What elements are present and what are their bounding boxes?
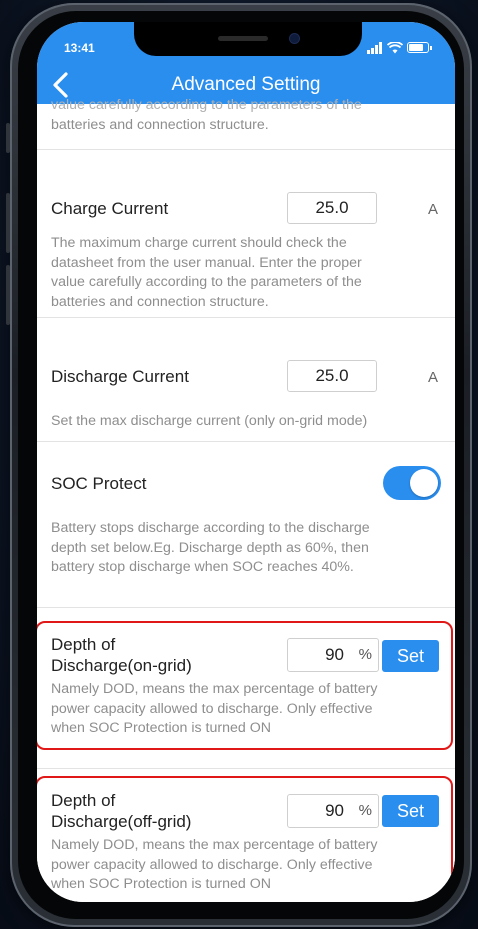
dod-off-grid-label: Depth of Discharge(off-grid) <box>51 791 192 831</box>
soc-protect-toggle[interactable] <box>383 466 441 500</box>
dod-on-grid-value: 90 <box>325 645 344 664</box>
divider <box>37 149 455 150</box>
signal-icon <box>367 42 383 54</box>
discharge-current-label: Discharge Current <box>51 367 189 386</box>
status-icons <box>367 41 437 54</box>
dod-on-grid-unit: % <box>358 646 372 663</box>
charge-current-label: Charge Current <box>51 199 169 218</box>
divider <box>37 768 455 769</box>
dod-on-grid-desc: Namely DOD, means the max percentage of … <box>51 681 378 736</box>
divider <box>37 317 455 318</box>
dod-off-grid-desc: Namely DOD, means the max percentage of … <box>51 837 378 892</box>
front-camera <box>290 34 299 43</box>
discharge-current-input[interactable]: 25.0 <box>287 360 377 392</box>
app-header: 13:41 Advanced Setting <box>37 22 455 104</box>
charge-current-unit: A <box>428 201 439 218</box>
notch <box>134 22 362 56</box>
top-partial-desc: value carefully according to the paramet… <box>51 97 362 133</box>
mute-switch <box>6 123 10 153</box>
settings-list[interactable]: value carefully according to the paramet… <box>37 97 455 902</box>
dod-on-grid-input[interactable]: 90 % <box>287 638 379 672</box>
dod-off-grid-unit: % <box>358 802 372 819</box>
speaker-grille <box>218 36 268 41</box>
dod-off-grid-input[interactable]: 90 % <box>287 794 379 828</box>
soc-protect-desc: Battery stops discharge according to the… <box>51 520 370 575</box>
divider <box>37 607 455 608</box>
wifi-icon <box>386 41 404 54</box>
soc-protect-label: SOC Protect <box>51 474 147 493</box>
volume-up-button <box>6 193 10 253</box>
phone-screen: 13:41 Advanced Setting value carefully a… <box>37 22 455 902</box>
discharge-current-unit: A <box>428 369 439 386</box>
volume-down-button <box>6 265 10 325</box>
page-title: Advanced Setting <box>171 74 321 95</box>
dod-on-grid-label: Depth of Discharge(on-grid) <box>51 635 192 675</box>
toggle-knob <box>410 469 438 497</box>
dod-off-grid-value: 90 <box>325 801 344 820</box>
status-time: 13:41 <box>64 41 95 55</box>
charge-current-input[interactable]: 25.0 <box>287 192 377 224</box>
battery-icon <box>407 42 432 53</box>
dod-on-grid-set-button[interactable]: Set <box>382 640 439 672</box>
discharge-current-desc: Set the max discharge current (only on-g… <box>51 413 368 429</box>
divider <box>37 441 455 442</box>
charge-current-desc: The maximum charge current should check … <box>51 235 362 310</box>
dod-off-grid-set-button[interactable]: Set <box>382 795 439 827</box>
